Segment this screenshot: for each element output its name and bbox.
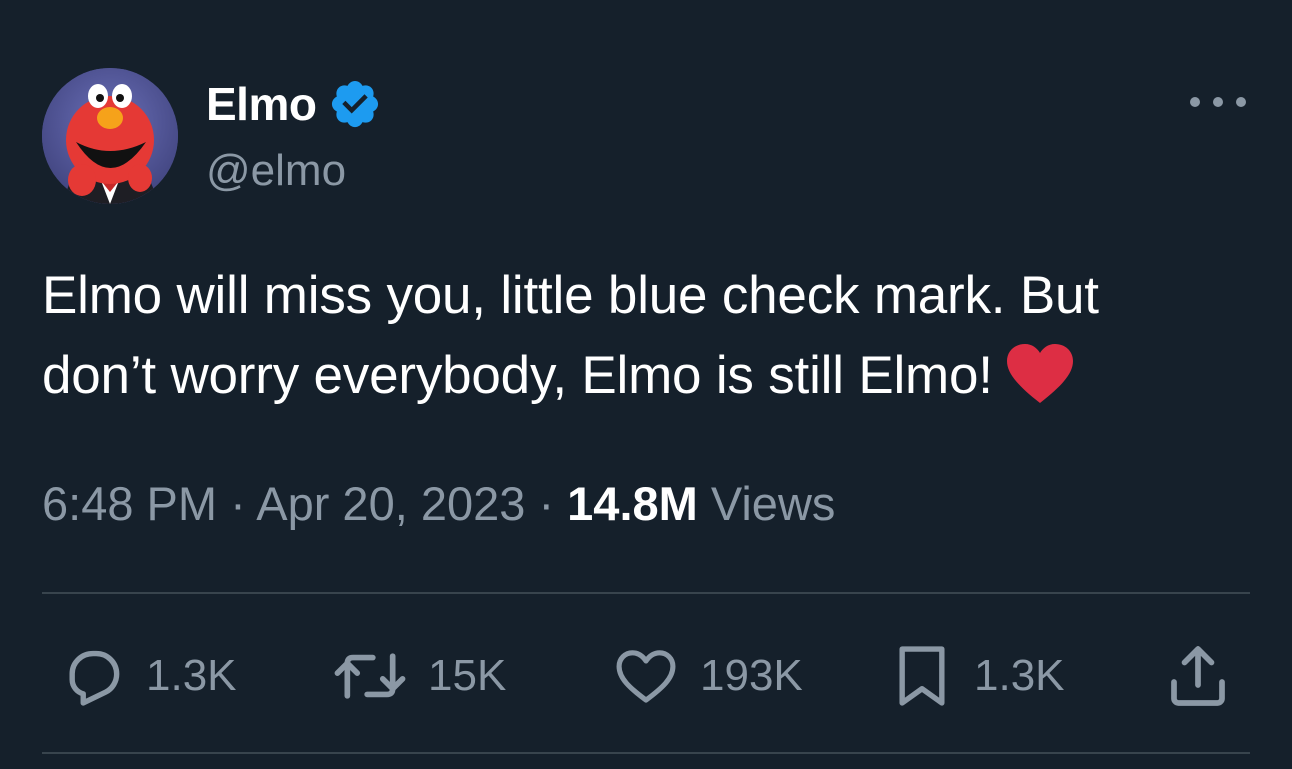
retweet-count: 15K (428, 651, 507, 700)
tweet-time[interactable]: 6:48 PM (42, 477, 217, 530)
share-icon (1171, 646, 1225, 706)
reply-button[interactable]: 1.3K (60, 640, 237, 712)
bookmark-count: 1.3K (974, 651, 1065, 700)
tweet-text: Elmo will miss you, little blue check ma… (42, 256, 1262, 428)
display-name[interactable]: Elmo (206, 76, 317, 132)
verified-badge-icon[interactable] (328, 77, 382, 131)
reply-icon (69, 650, 120, 706)
bookmark-button[interactable]: 1.3K (888, 640, 1065, 712)
tweet-card: Elmo @elmo Elmo will miss you, little bl… (0, 0, 1292, 769)
like-count: 193K (700, 651, 803, 700)
views-label: Views (697, 477, 836, 530)
like-button[interactable]: 193K (610, 640, 803, 712)
divider (42, 592, 1250, 594)
views-count: 14.8M (567, 477, 698, 530)
meta-separator: · (525, 477, 568, 530)
tweet-date[interactable]: Apr 20, 2023 (256, 477, 525, 530)
retweet-icon (334, 653, 406, 699)
avatar[interactable] (42, 68, 178, 204)
divider (42, 752, 1250, 754)
more-options-icon[interactable] (1190, 88, 1246, 116)
red-heart-emoji-icon (1005, 343, 1075, 428)
action-bar: 1.3K 15K 193K 1.3K (42, 640, 1250, 712)
tweet-text-line-1: Elmo will miss you, little blue check ma… (42, 266, 1099, 325)
tweet-text-line-2-text: don’t worry everybody, Elmo is still Elm… (42, 346, 993, 405)
retweet-button[interactable]: 15K (330, 640, 506, 712)
user-name-row[interactable]: Elmo (206, 76, 382, 132)
elmo-avatar-icon (42, 68, 178, 204)
user-handle[interactable]: @elmo (206, 145, 346, 197)
share-button[interactable] (1162, 640, 1234, 712)
bookmark-icon (899, 646, 945, 706)
tweet-text-line-2: don’t worry everybody, Elmo is still Elm… (42, 336, 1262, 428)
heart-icon (616, 650, 676, 703)
meta-separator: · (217, 477, 257, 530)
tweet-meta: 6:48 PM · Apr 20, 2023 · 14.8M Views (42, 474, 835, 534)
reply-count: 1.3K (146, 651, 237, 700)
